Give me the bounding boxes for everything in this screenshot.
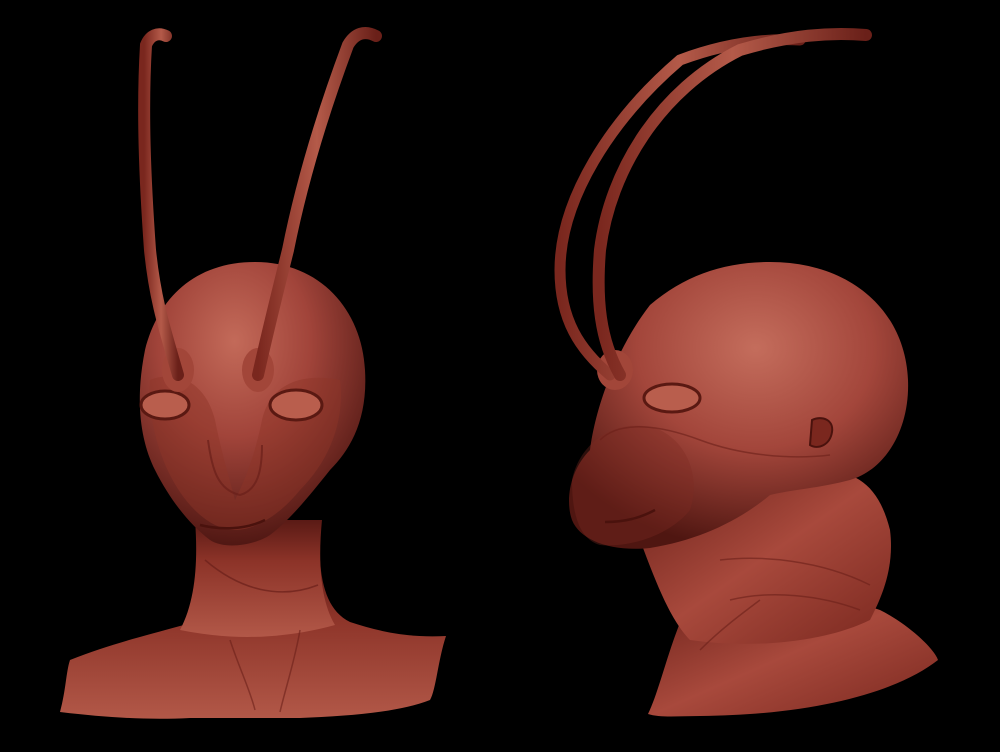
- render-scene: [0, 0, 1000, 752]
- front-left-eye: [139, 389, 191, 421]
- side-eye: [642, 382, 702, 414]
- front-right-eye: [268, 388, 324, 422]
